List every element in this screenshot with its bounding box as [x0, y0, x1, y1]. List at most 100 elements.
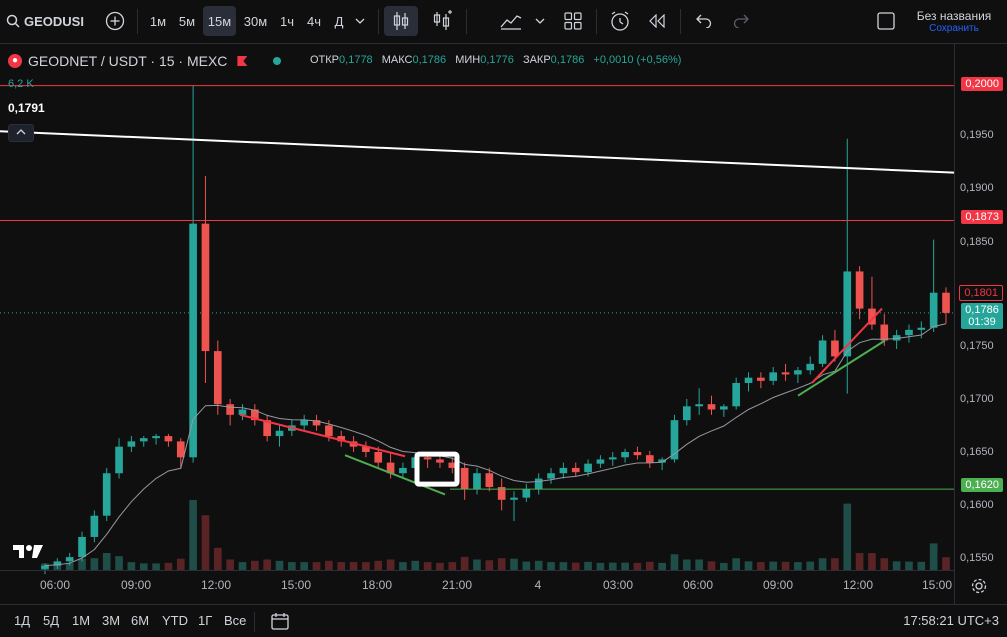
interval-1h[interactable]: 1ч — [274, 6, 300, 36]
volume-bar — [633, 562, 642, 570]
volume-bar — [781, 561, 790, 570]
interval-4h[interactable]: 4ч — [301, 6, 327, 36]
exchange-logo-icon: ● — [8, 54, 22, 68]
candle-body — [399, 467, 407, 474]
candle-body — [485, 473, 494, 488]
interval-1m[interactable]: 1м — [144, 6, 172, 36]
candle-body — [806, 363, 815, 371]
candle-body — [596, 459, 605, 464]
bottom-toolbar: 1Д 5Д 1М 3М 6М YTD 1Г Все 17:58:21 UTC+3 — [0, 604, 1007, 637]
volume-bar — [300, 562, 309, 570]
volume-bar — [448, 562, 457, 570]
candle-body — [374, 451, 383, 463]
candle-body — [645, 455, 654, 463]
time-label: 12:00 — [200, 578, 232, 592]
range-5d[interactable]: 5Д — [43, 613, 59, 628]
collapse-legend-button[interactable] — [8, 124, 34, 142]
price-tag-top: 0,2000 — [961, 77, 1003, 91]
candle-body — [127, 441, 136, 447]
candle-body — [929, 292, 938, 328]
volume-bar — [621, 562, 629, 570]
alert-button[interactable] — [604, 6, 636, 36]
range-3m[interactable]: 3М — [102, 613, 120, 628]
candle-body — [65, 557, 74, 562]
volume-bar — [189, 500, 197, 570]
volume-bar — [806, 561, 815, 570]
interval-dropdown[interactable] — [350, 6, 370, 36]
volume-bar — [584, 561, 592, 570]
range-all[interactable]: Все — [224, 613, 246, 628]
clock[interactable]: 17:58:21 UTC+3 — [903, 613, 999, 628]
undo-icon — [696, 14, 712, 28]
separator — [137, 9, 138, 34]
candle-body — [275, 430, 284, 437]
chart-canvas[interactable] — [0, 44, 1007, 604]
templates-button[interactable] — [558, 6, 588, 36]
indicators-menu-button[interactable] — [497, 6, 525, 36]
ohlc-values: ОТКР0,1778 МАКС0,1786 МИН0,1776 ЗАКР0,17… — [310, 54, 687, 66]
volume-bar — [250, 560, 259, 570]
volume-bar — [127, 562, 136, 570]
candle-body — [905, 329, 913, 336]
close-label: ЗАКР — [522, 54, 551, 66]
separator — [254, 612, 255, 632]
settings-button[interactable] — [971, 578, 987, 599]
candle-body — [201, 223, 210, 352]
price-label: 0,1950 — [960, 129, 994, 141]
interval-15m[interactable]: 15м — [203, 6, 236, 36]
time-label: 06:00 — [39, 578, 71, 592]
candle-body — [880, 324, 889, 341]
candle-body — [707, 404, 716, 410]
undo-button[interactable] — [690, 6, 718, 36]
volume-bar — [337, 562, 346, 570]
candle-body — [460, 467, 469, 490]
volume-bars — [41, 500, 950, 570]
ma-value: 0,1791 — [8, 101, 45, 115]
volume-bar — [411, 560, 420, 570]
symbol-title[interactable]: GEODNET / USDT · 15 · MEXC — [28, 53, 227, 69]
indicators-dropdown[interactable] — [530, 6, 550, 36]
time-label: 09:00 — [120, 578, 152, 592]
volume-bar — [818, 558, 827, 570]
range-1m[interactable]: 1М — [72, 613, 90, 628]
candle-body — [831, 340, 839, 357]
time-label: 06:00 — [682, 578, 714, 592]
current-price: 0,1786 — [965, 304, 999, 316]
candle-body — [608, 457, 617, 460]
interval-day[interactable]: Д — [328, 6, 350, 36]
add-symbol-button[interactable] — [100, 6, 130, 36]
volume-bar — [929, 543, 938, 570]
volume-bar — [720, 562, 728, 570]
go-to-date-button[interactable] — [270, 611, 290, 636]
time-axis-border — [0, 570, 954, 571]
layout-button[interactable] — [872, 6, 900, 36]
volume-bar — [374, 560, 383, 570]
volume-bar — [695, 559, 703, 570]
volume-bar — [905, 561, 913, 570]
redo-button[interactable] — [727, 6, 755, 36]
range-1y[interactable]: 1Г — [198, 613, 212, 628]
range-ytd[interactable]: YTD — [162, 613, 188, 628]
candle-body — [571, 467, 580, 473]
layout-name-group[interactable]: Без названия Сохранить — [905, 9, 1003, 34]
volume-bar — [794, 562, 802, 570]
symbol-input: GEODUSI — [24, 13, 84, 29]
volume-bar — [732, 558, 741, 570]
chevron-up-icon — [16, 129, 26, 135]
tradingview-logo[interactable] — [12, 543, 44, 564]
candle-body — [732, 382, 741, 407]
volume-bar — [226, 559, 234, 570]
interval-30m[interactable]: 30м — [239, 6, 272, 36]
market-status-icon — [273, 57, 282, 65]
candle-body — [325, 425, 333, 437]
indicators-button[interactable] — [427, 6, 457, 36]
volume-bar — [152, 563, 160, 570]
replay-button[interactable] — [642, 6, 672, 36]
range-6m[interactable]: 6М — [131, 613, 149, 628]
symbol-search[interactable]: GEODUSI — [6, 6, 88, 36]
range-1d[interactable]: 1Д — [14, 613, 30, 628]
interval-5m[interactable]: 5м — [173, 6, 201, 36]
flag-icon[interactable] — [237, 56, 248, 66]
chart-type-button[interactable] — [384, 6, 418, 36]
close-value: 0,1786 — [550, 54, 585, 66]
